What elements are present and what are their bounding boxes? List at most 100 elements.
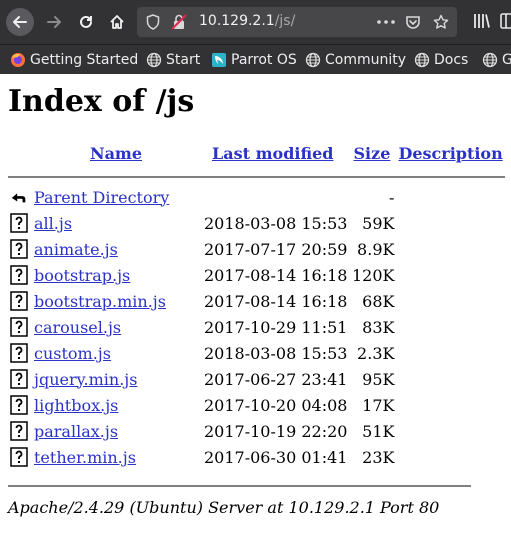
file-link[interactable]: all.js [34,214,72,233]
file-link[interactable]: jquery.min.js [34,370,137,389]
file-size: 2.3K [357,343,395,363]
file-size: 68K [362,291,395,311]
globe-icon [482,52,498,68]
url-bar[interactable]: 10.129.2.1/js/ [137,7,457,37]
file-link[interactable]: carousel.js [34,318,121,337]
library-icon[interactable] [473,12,491,30]
bookmark-label: G [502,52,511,68]
file-size: 8.9K [357,239,395,259]
file-size: 95K [362,369,395,389]
bookmark-label: Getting Started [30,52,139,68]
file-size: - [389,187,395,207]
pocket-icon[interactable] [405,14,421,30]
file-date: 2017-10-19 22:20 [204,421,348,441]
file-link[interactable]: bootstrap.js [34,266,130,285]
url-host: 10.129.2.1 [199,13,275,29]
page-title: Index of /js [8,84,195,119]
reload-button[interactable] [72,8,100,36]
bookmark-community[interactable]: Community [305,50,406,70]
table-row: carousel.js 2017-10-29 11:51 83K [8,314,505,340]
unknown-file-icon [10,291,28,311]
arrow-left-icon [13,16,27,28]
bookmark-overflow[interactable]: G [482,50,511,70]
more-actions-icon[interactable] [377,20,395,24]
table-row: lightbox.js 2017-10-20 04:08 17K [8,392,505,418]
file-description [396,392,504,418]
home-button[interactable] [103,8,131,36]
file-size: 17K [362,395,395,415]
table-row-parent: Parent Directory - [8,184,505,210]
home-icon [110,15,124,29]
file-link[interactable]: parallax.js [34,422,118,441]
reload-icon [80,15,92,28]
file-date: 2018-03-08 15:53 [204,343,348,363]
bookmark-parrot-os[interactable]: Parrot OS [211,50,297,70]
unknown-file-icon [10,317,28,337]
unknown-file-icon [10,343,28,363]
firefox-icon [11,53,25,67]
file-listing-table: Name Last modified Size Description Pare… [8,142,505,470]
table-row: animate.js 2017-07-17 20:59 8.9K [8,236,505,262]
table-row: custom.js 2018-03-08 15:53 2.3K [8,340,505,366]
table-row: tether.min.js 2017-06-30 01:41 23K [8,444,505,470]
table-row: bootstrap.min.js 2017-08-14 16:18 68K [8,288,505,314]
globe-icon [305,52,321,68]
sort-by-name-link[interactable]: Name [90,144,142,163]
file-date: 2017-07-17 20:59 [204,239,348,259]
table-header-row: Name Last modified Size Description [8,142,505,170]
bookmark-label: Docs [434,52,469,68]
bookmark-label: Parrot OS [231,52,297,68]
sort-by-modified-link[interactable]: Last modified [212,144,333,163]
header-separator-row [8,170,505,184]
file-date [198,184,347,210]
bookmarks-bar: Getting Started Start Parrot OS Communit… [0,44,511,74]
globe-icon [414,52,430,68]
file-description [396,262,504,288]
file-link[interactable]: lightbox.js [34,396,118,415]
url-text: 10.129.2.1/js/ [199,13,295,29]
unknown-file-icon [10,369,28,389]
browser-toolbar: 10.129.2.1/js/ [0,0,511,44]
file-size: 59K [362,213,395,233]
file-date: 2017-06-30 01:41 [204,447,348,467]
table-row: bootstrap.js 2017-08-14 16:18 120K [8,262,505,288]
url-path: /js/ [274,13,296,29]
shield-icon[interactable] [146,14,160,30]
unknown-file-icon [10,395,28,415]
parent-directory-link[interactable]: Parent Directory [34,188,169,207]
file-date: 2017-08-14 16:18 [204,265,348,285]
bookmark-start[interactable]: Start [146,50,200,70]
file-link[interactable]: custom.js [34,344,111,363]
server-signature: Apache/2.4.29 (Ubuntu) Server at 10.129.… [8,498,440,517]
separator-line [8,176,505,178]
file-description [396,184,504,210]
star-icon[interactable] [433,14,449,30]
column-last-modified: Last modified [198,142,347,170]
table-row: jquery.min.js 2017-06-27 23:41 95K [8,366,505,392]
unknown-file-icon [10,265,28,285]
file-link[interactable]: bootstrap.min.js [34,292,166,311]
page-content: Index of /js Name Last modified Size Des… [0,74,511,554]
sidebar-icon[interactable] [500,12,511,30]
bookmark-docs[interactable]: Docs [414,50,468,70]
bookmark-getting-started[interactable]: Getting Started [10,50,138,70]
file-description [396,418,504,444]
file-date: 2017-10-29 11:51 [204,317,348,337]
file-description [396,236,504,262]
sort-by-size-link[interactable]: Size [354,144,391,163]
table-row: parallax.js 2017-10-19 22:20 51K [8,418,505,444]
sort-by-description-link[interactable]: Description [398,144,502,163]
file-date: 2018-03-08 15:53 [204,213,348,233]
file-link[interactable]: animate.js [34,240,118,259]
arrow-right-icon [47,16,61,28]
file-description [396,288,504,314]
bookmark-label: Start [166,52,201,68]
file-link[interactable]: tether.min.js [34,448,136,467]
unknown-file-icon [10,213,28,233]
file-description [396,314,504,340]
forward-button[interactable] [40,8,68,36]
file-size: 120K [351,265,395,285]
file-size: 83K [362,317,395,337]
back-button[interactable] [6,8,34,36]
insecure-lock-icon[interactable] [171,14,187,30]
